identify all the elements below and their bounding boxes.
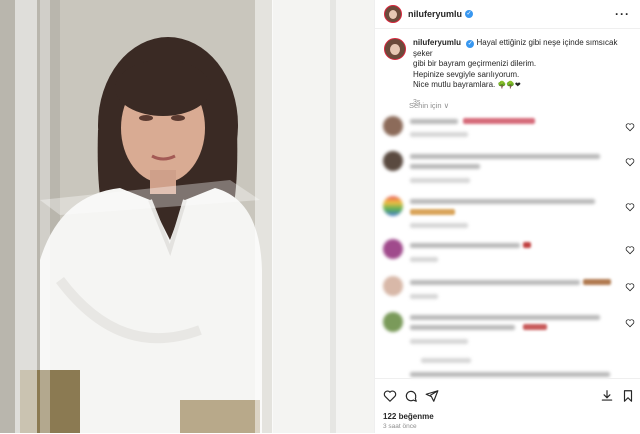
comment-item [383, 196, 635, 234]
post-header: niluferyumlu ✓ ··· [375, 0, 640, 29]
verified-icon: ✓ [465, 10, 474, 18]
share-icon[interactable] [425, 389, 439, 403]
comment-item [383, 239, 635, 277]
comment-meta-blurred [410, 178, 470, 183]
post-caption: niluferyumlu ✓ Hayal ettiğiniz gibi neşe… [384, 38, 632, 108]
comment-text-blurred [410, 164, 480, 169]
comment-icon[interactable] [404, 389, 418, 403]
header-username[interactable]: niluferyumlu [408, 9, 462, 19]
heart-icon[interactable] [625, 245, 635, 255]
download-icon[interactable] [600, 389, 614, 403]
heart-icon[interactable] [625, 318, 635, 328]
caption-emojis: 🌳🌳❤ [497, 82, 521, 89]
comment-username-blurred [410, 119, 458, 124]
portrait-image [0, 0, 374, 433]
comment-text-blurred [410, 243, 520, 248]
comment-item [383, 116, 635, 154]
comment-meta-blurred [410, 294, 438, 299]
view-replies-blurred[interactable] [383, 354, 635, 368]
post-timestamp: 3 saat önce [383, 423, 417, 430]
save-icon[interactable] [621, 389, 635, 403]
comment-item [383, 312, 635, 350]
heart-icon[interactable] [625, 282, 635, 292]
comment-text-blurred [410, 325, 515, 330]
caption-text-line4: Nice mutlu bayramlara. [413, 80, 496, 89]
caption-text-line3: Hepinize sevgiyle sarılıyorum. [413, 69, 520, 79]
comment-avatar[interactable] [383, 312, 403, 332]
more-icon[interactable]: ··· [615, 7, 630, 21]
heart-icon[interactable] [625, 157, 635, 167]
comment-sort-selector[interactable]: Senin için ∨ [409, 101, 449, 110]
comment-avatar[interactable] [383, 116, 403, 136]
comment-meta-blurred [410, 132, 468, 137]
comment-emojis-blurred [523, 324, 547, 330]
verified-icon: ✓ [466, 40, 475, 48]
comment-item [383, 370, 635, 378]
likes-count[interactable]: 122 beğenme [383, 412, 434, 421]
comment-item [383, 151, 635, 189]
comment-avatar[interactable] [383, 151, 403, 171]
comment-avatar[interactable] [383, 239, 403, 259]
heart-icon[interactable] [625, 122, 635, 132]
comment-meta-blurred [410, 223, 468, 228]
comment-meta-blurred [410, 257, 438, 262]
post-actions-bar: 122 beğenme 3 saat önce [375, 378, 640, 434]
heart-icon[interactable] [383, 389, 397, 403]
caption-avatar[interactable] [384, 38, 406, 60]
comment-item [383, 276, 635, 314]
caption-text-line2: gibi bir bayram geçirmenizi dilerim. [413, 59, 537, 68]
comment-emojis-blurred [410, 209, 455, 215]
comment-text-blurred [410, 199, 595, 204]
comment-avatar[interactable] [383, 196, 403, 216]
caption-username[interactable]: niluferyumlu [413, 38, 461, 47]
post-detail-panel: niluferyumlu ✓ ··· niluferyumlu ✓ Hayal … [374, 0, 640, 433]
avatar[interactable] [384, 5, 402, 23]
comment-text-blurred [410, 280, 580, 285]
comment-emojis-blurred [463, 118, 535, 124]
comment-text-blurred [410, 154, 600, 159]
heart-icon[interactable] [625, 202, 635, 212]
comment-emojis-blurred [523, 242, 531, 248]
post-photo[interactable] [0, 0, 374, 433]
comment-meta-blurred [410, 339, 468, 344]
comment-text-blurred [410, 315, 600, 320]
comment-avatar[interactable] [383, 276, 403, 296]
comment-emojis-blurred [583, 279, 611, 285]
